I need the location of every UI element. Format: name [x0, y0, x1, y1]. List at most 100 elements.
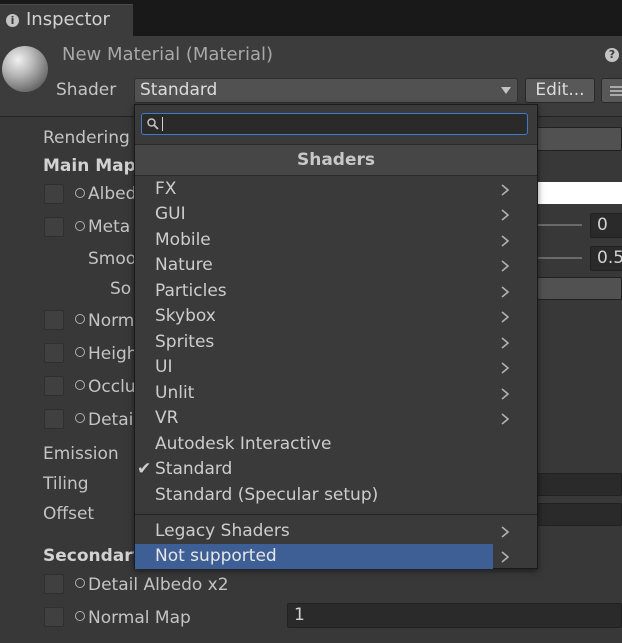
normal-texture-slot[interactable] — [44, 310, 64, 330]
chevron-right-icon — [501, 526, 510, 538]
menu-heading: Shaders — [135, 144, 537, 176]
menu-item-label: Particles — [155, 281, 227, 301]
picker-dot-icon[interactable] — [75, 314, 85, 324]
chevron-right-icon — [501, 311, 510, 323]
normal-map-texture-slot[interactable] — [44, 607, 64, 627]
menu-item-not-supported[interactable]: Not supported — [135, 544, 537, 569]
shader-dropdown-menu: Shaders FX GUI Mobile Nature Particles S… — [134, 104, 538, 569]
menu-item-particles[interactable]: Particles — [135, 279, 537, 304]
offset-field[interactable] — [537, 503, 622, 526]
detail-mask-label: Detai — [88, 410, 134, 430]
help-icon[interactable]: ? — [605, 48, 619, 62]
source-label: So — [110, 279, 132, 299]
menu-item-skybox[interactable]: Skybox — [135, 304, 537, 329]
albedo-label: Albed — [88, 184, 137, 204]
shader-list-button[interactable] — [601, 78, 622, 103]
chevron-right-icon — [501, 184, 510, 196]
menu-item-label: Nature — [155, 255, 213, 275]
material-title: New Material (Material) — [62, 44, 273, 65]
menu-item-fx[interactable]: FX — [135, 177, 537, 202]
picker-dot-icon[interactable] — [75, 380, 85, 390]
chevron-right-icon — [501, 260, 510, 272]
menu-item-gui[interactable]: GUI — [135, 202, 537, 227]
chevron-right-icon — [501, 235, 510, 247]
menu-item-label: Unlit — [155, 383, 195, 403]
picker-dot-icon[interactable] — [75, 221, 85, 231]
rendering-mode-label: Rendering — [43, 128, 130, 148]
tab-label: Inspector — [26, 9, 110, 30]
secondary-maps-heading: Secondary — [43, 546, 144, 566]
material-preview-sphere — [2, 46, 48, 92]
picker-dot-icon[interactable] — [75, 188, 85, 198]
picker-dot-icon[interactable] — [75, 578, 85, 588]
chevron-right-icon — [501, 362, 510, 374]
picker-dot-icon[interactable] — [75, 413, 85, 423]
menu-item-label: VR — [155, 408, 179, 428]
edit-shader-button[interactable]: Edit... — [525, 78, 595, 103]
occlusion-texture-slot[interactable] — [44, 376, 64, 396]
menu-item-nature[interactable]: Nature — [135, 253, 537, 278]
detail-mask-texture-slot[interactable] — [44, 409, 64, 429]
shader-search-input[interactable] — [141, 113, 528, 135]
menu-item-label: Standard (Specular setup) — [155, 485, 379, 505]
occlusion-label: Occlu — [88, 377, 136, 397]
chevron-down-icon — [501, 87, 511, 94]
search-icon — [147, 118, 159, 130]
menu-divider — [135, 514, 537, 515]
offset-label: Offset — [43, 504, 95, 524]
menu-item-label: Mobile — [155, 230, 211, 250]
text-caret — [162, 117, 163, 131]
normal-map-label: Normal Map — [88, 608, 191, 628]
smoothness-slider[interactable] — [537, 257, 582, 259]
menu-item-sprites[interactable]: Sprites — [135, 330, 537, 355]
chevron-right-icon — [501, 209, 510, 221]
smoothness-label: Smoo — [88, 249, 137, 269]
menu-item-ui[interactable]: UI — [135, 355, 537, 380]
chevron-right-icon — [501, 337, 510, 349]
menu-item-standard-specular[interactable]: Standard (Specular setup) — [135, 483, 537, 508]
chevron-right-icon — [501, 286, 510, 298]
info-icon: i — [6, 14, 19, 27]
albedo-color-field[interactable] — [537, 182, 622, 204]
tab-bar: i Inspector — [0, 0, 622, 37]
chevron-right-icon — [501, 413, 510, 425]
main-maps-heading: Main Map — [43, 156, 136, 176]
normal-label: Norm — [88, 311, 135, 331]
shader-value: Standard — [140, 80, 218, 100]
metallic-value-field[interactable]: 0 — [590, 213, 622, 238]
menu-item-vr[interactable]: VR — [135, 406, 537, 431]
tiling-label: Tiling — [43, 474, 89, 494]
menu-item-label: Not supported — [155, 546, 277, 566]
inspector-tab[interactable]: i Inspector — [0, 4, 133, 37]
shader-label: Shader — [56, 80, 117, 100]
menu-item-mobile[interactable]: Mobile — [135, 228, 537, 253]
detail-albedo-texture-slot[interactable] — [44, 574, 64, 594]
height-texture-slot[interactable] — [44, 343, 64, 363]
tiling-field[interactable] — [537, 473, 622, 496]
menu-item-standard[interactable]: ✔ Standard — [135, 457, 537, 482]
menu-item-label: GUI — [155, 204, 186, 224]
albedo-texture-slot[interactable] — [44, 184, 64, 204]
picker-dot-icon[interactable] — [75, 611, 85, 621]
menu-item-unlit[interactable]: Unlit — [135, 381, 537, 406]
menu-item-label: FX — [155, 179, 177, 199]
normal-map-scale-field[interactable]: 1 — [287, 603, 622, 628]
metallic-slider[interactable] — [537, 224, 582, 226]
menu-item-label: Autodesk Interactive — [155, 434, 332, 454]
metallic-label: Meta — [88, 217, 131, 237]
menu-item-label: Standard — [155, 459, 233, 479]
check-icon: ✔ — [137, 459, 152, 479]
chevron-right-icon — [501, 551, 510, 563]
menu-item-legacy-shaders[interactable]: Legacy Shaders — [135, 519, 537, 544]
rendering-mode-dropdown[interactable] — [537, 127, 622, 151]
metallic-texture-slot[interactable] — [44, 217, 64, 237]
menu-item-autodesk-interactive[interactable]: Autodesk Interactive — [135, 432, 537, 457]
chevron-right-icon — [501, 388, 510, 400]
smoothness-value-field[interactable]: 0.5 — [590, 246, 622, 271]
shader-dropdown[interactable]: Standard — [134, 78, 518, 103]
menu-item-label: UI — [155, 357, 173, 377]
menu-item-label: Skybox — [155, 306, 216, 326]
source-dropdown[interactable] — [537, 277, 622, 300]
menu-item-label: Legacy Shaders — [155, 521, 290, 541]
picker-dot-icon[interactable] — [75, 347, 85, 357]
